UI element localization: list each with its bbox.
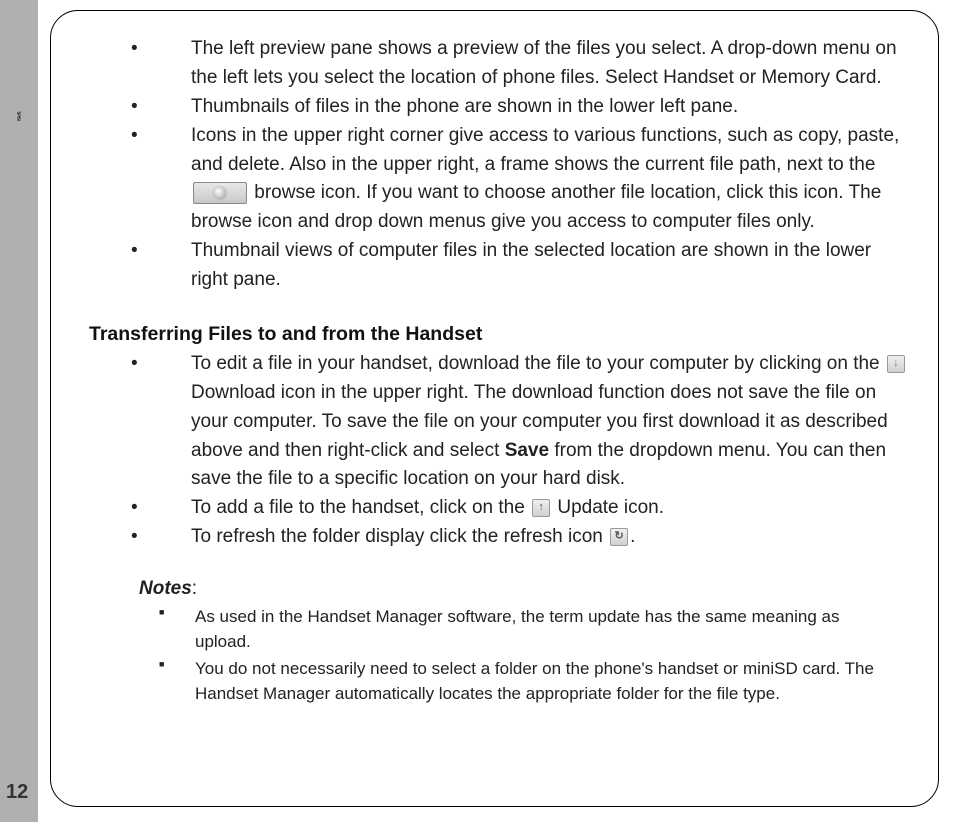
overview-list: The left preview pane shows a preview of… — [131, 35, 908, 295]
browse-icon — [193, 182, 247, 204]
list-text-post: Update icon. — [552, 497, 664, 518]
notes-item: As used in the Handset Manager software,… — [159, 604, 896, 654]
refresh-icon — [610, 528, 628, 546]
list-item: Icons in the upper right corner give acc… — [131, 122, 908, 238]
list-item: To refresh the folder display click the … — [131, 523, 908, 552]
list-text: The left preview pane shows a preview of… — [191, 38, 897, 88]
list-text: Thumbnails of files in the phone are sho… — [191, 96, 738, 117]
list-item: To add a file to the handset, click on t… — [131, 494, 908, 523]
page-number: 12 — [6, 781, 28, 804]
notes-label: Notes — [139, 578, 192, 599]
list-text-post: . — [630, 526, 635, 547]
list-text: Thumbnail views of computer files in the… — [191, 240, 871, 290]
page-content: The left preview pane shows a preview of… — [50, 10, 939, 807]
notes-item: You do not necessarily need to select a … — [159, 656, 896, 706]
transfer-list: To edit a file in your handset, download… — [131, 350, 908, 552]
notes-colon: : — [192, 578, 197, 599]
list-text-pre: Icons in the upper right corner give acc… — [191, 125, 899, 175]
notes-text: As used in the Handset Manager software,… — [195, 607, 839, 651]
notes-text: You do not necessarily need to select a … — [195, 659, 874, 703]
manual-sidebar: /SUS 12 — [0, 0, 38, 822]
list-item: To edit a file in your handset, download… — [131, 350, 908, 494]
list-text-post: browse icon. If you want to choose anoth… — [191, 182, 881, 232]
svg-text:/SUS: /SUS — [16, 111, 21, 121]
list-text-pre: To add a file to the handset, click on t… — [191, 497, 530, 518]
notes-section: Notes: As used in the Handset Manager so… — [139, 578, 896, 707]
notes-heading: Notes: — [139, 578, 896, 600]
save-bold: Save — [505, 440, 549, 461]
list-item: Thumbnails of files in the phone are sho… — [131, 93, 908, 122]
list-text-pre: To edit a file in your handset, download… — [191, 353, 885, 374]
list-item: The left preview pane shows a preview of… — [131, 35, 908, 93]
brand-logo: /SUS — [8, 55, 30, 165]
notes-list: As used in the Handset Manager software,… — [139, 604, 896, 707]
section-heading-transfer: Transferring Files to and from the Hands… — [89, 323, 908, 346]
update-icon — [532, 499, 550, 517]
list-text-pre: To refresh the folder display click the … — [191, 526, 608, 547]
download-icon — [887, 355, 905, 373]
list-item: Thumbnail views of computer files in the… — [131, 237, 908, 295]
